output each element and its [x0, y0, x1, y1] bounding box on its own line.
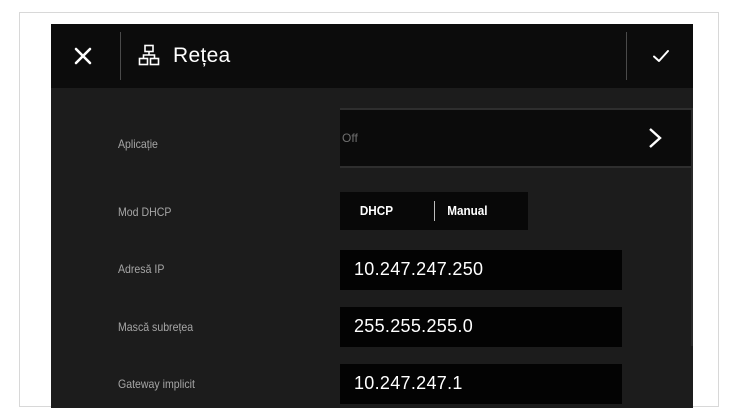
application-value: Off: [342, 131, 358, 145]
subnet-mask-value: 255.255.255.0: [354, 316, 474, 336]
manual-option[interactable]: Manual: [447, 203, 487, 218]
application-selector[interactable]: Off: [340, 108, 693, 168]
checkmark-icon: [653, 50, 669, 62]
dhcp-mode-toggle: DHCP Manual: [340, 192, 528, 230]
confirm-button[interactable]: [643, 38, 679, 74]
subnet-mask-label: Mască subrețea: [118, 320, 194, 334]
ip-address-field[interactable]: 10.247.247.250: [340, 250, 622, 290]
dhcp-mode-label: Mod DHCP: [118, 205, 172, 219]
ip-address-label: Adresă IP: [118, 262, 165, 276]
network-settings-screen: Rețea Aplicație Off Mod DHCP DHCP Manual…: [51, 24, 693, 408]
chevron-right-icon: [649, 128, 662, 148]
application-label: Aplicație: [118, 137, 158, 151]
subnet-mask-field[interactable]: 255.255.255.0: [340, 307, 622, 347]
default-gateway-label: Gateway implicit: [118, 377, 195, 391]
page-title: Rețea: [173, 44, 231, 67]
row-edge: [340, 166, 693, 168]
dhcp-option[interactable]: DHCP: [360, 203, 393, 218]
default-gateway-field[interactable]: 10.247.247.1: [340, 364, 622, 404]
segment-divider: [434, 201, 435, 221]
ip-address-value: 10.247.247.250: [354, 259, 484, 279]
header-divider: [626, 32, 627, 80]
close-button[interactable]: [65, 38, 101, 74]
header-divider: [120, 32, 121, 80]
network-icon: [138, 44, 160, 66]
close-icon: [74, 47, 92, 65]
scrollbar[interactable]: [691, 110, 693, 346]
default-gateway-value: 10.247.247.1: [354, 373, 463, 393]
header-bar: Rețea: [51, 24, 693, 88]
row-edge: [340, 108, 693, 110]
